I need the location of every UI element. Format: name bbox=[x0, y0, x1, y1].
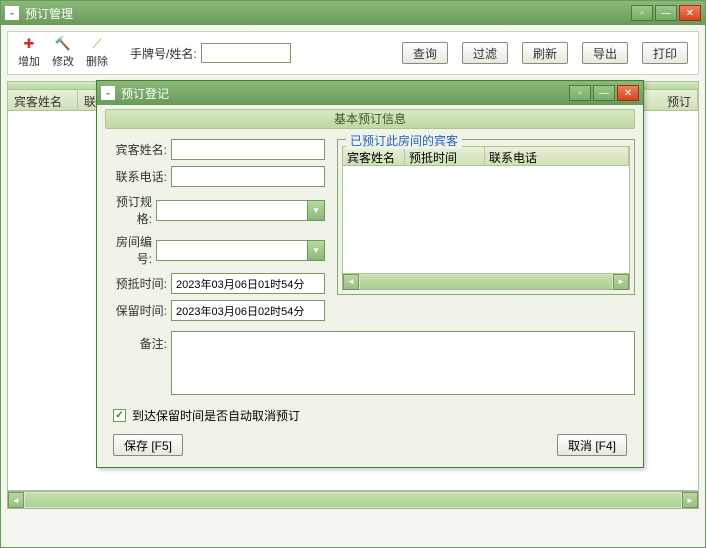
guest-name-input[interactable] bbox=[171, 139, 325, 160]
spec-label: 预订规格: bbox=[105, 193, 152, 227]
dialog-restore-button[interactable]: ▫ bbox=[569, 85, 591, 101]
scroll-left-icon[interactable]: ◄ bbox=[343, 274, 359, 290]
spec-input[interactable] bbox=[156, 200, 307, 221]
section-header: 基本预订信息 bbox=[105, 109, 635, 129]
restore-button[interactable]: ▫ bbox=[631, 5, 653, 21]
close-button[interactable]: ✕ bbox=[679, 5, 701, 21]
query-button[interactable]: 查询 bbox=[402, 42, 448, 64]
arrive-input[interactable] bbox=[171, 273, 325, 294]
toolbar: ✚ 增加 🔨 修改 ⟋ 删除 手牌号/姓名: 查询 过滤 刷新 导出 打印 bbox=[7, 31, 699, 75]
contact-label: 联系电话: bbox=[105, 168, 167, 185]
hold-label: 保留时间: bbox=[105, 302, 167, 319]
remark-input[interactable] bbox=[171, 331, 635, 395]
search-label: 手牌号/姓名: bbox=[130, 45, 197, 62]
plus-icon: ✚ bbox=[21, 37, 37, 51]
main-titlebar: - 预订管理 ▫ — ✕ bbox=[1, 1, 705, 25]
main-title: 预订管理 bbox=[25, 5, 73, 22]
hammer-icon: 🔨 bbox=[55, 37, 71, 51]
contact-input[interactable] bbox=[171, 166, 325, 187]
spec-dropdown-button[interactable]: ▼ bbox=[307, 200, 325, 221]
form-left: 宾客姓名: 联系电话: 预订规格: ▼ 房间编号: bbox=[105, 139, 325, 327]
filter-button[interactable]: 过滤 bbox=[462, 42, 508, 64]
dialog-title: 预订登记 bbox=[121, 85, 169, 102]
room-dropdown-button[interactable]: ▼ bbox=[307, 240, 325, 261]
room-label: 房间编号: bbox=[105, 233, 152, 267]
existing-col-arrive[interactable]: 预抵时间 bbox=[405, 147, 485, 165]
scroll-right-icon[interactable]: ► bbox=[682, 492, 698, 508]
auto-cancel-label: 到达保留时间是否自动取消预订 bbox=[132, 407, 300, 424]
export-button[interactable]: 导出 bbox=[582, 42, 628, 64]
refresh-button[interactable]: 刷新 bbox=[522, 42, 568, 64]
dialog-minimize-button[interactable]: — bbox=[593, 85, 615, 101]
dialog-titlebar: - 预订登记 ▫ — ✕ bbox=[97, 81, 643, 105]
existing-bookings-fieldset: 已预订此房间的宾客 宾客姓名 预抵时间 联系电话 ◄ ► bbox=[337, 139, 635, 295]
minimize-button[interactable]: — bbox=[655, 5, 677, 21]
cancel-button[interactable]: 取消 [F4] bbox=[557, 434, 627, 456]
remark-label: 备注: bbox=[105, 331, 167, 395]
auto-cancel-checkbox[interactable]: ✓ bbox=[113, 409, 126, 422]
dialog-close-button[interactable]: ✕ bbox=[617, 85, 639, 101]
arrive-label: 预抵时间: bbox=[105, 275, 167, 292]
existing-scrollbar[interactable]: ◄ ► bbox=[342, 274, 630, 290]
wand-icon: ⟋ bbox=[89, 37, 105, 51]
edit-button[interactable]: 🔨 修改 bbox=[52, 37, 74, 69]
booking-dialog: - 预订登记 ▫ — ✕ 基本预订信息 宾客姓名: 联系电话: 预订规格: bbox=[96, 80, 644, 468]
existing-col-name[interactable]: 宾客姓名 bbox=[343, 147, 405, 165]
scroll-track[interactable] bbox=[25, 493, 681, 507]
scroll-track[interactable] bbox=[360, 275, 612, 289]
hold-input[interactable] bbox=[171, 300, 325, 321]
search-input[interactable] bbox=[201, 43, 291, 63]
room-input[interactable] bbox=[156, 240, 307, 261]
existing-header: 宾客姓名 预抵时间 联系电话 bbox=[342, 146, 630, 166]
save-button[interactable]: 保存 [F5] bbox=[113, 434, 183, 456]
print-button[interactable]: 打印 bbox=[642, 42, 688, 64]
guest-name-label: 宾客姓名: bbox=[105, 141, 167, 158]
col-guest-name[interactable]: 宾客姓名 bbox=[8, 90, 78, 110]
existing-col-contact[interactable]: 联系电话 bbox=[485, 147, 629, 165]
delete-button[interactable]: ⟋ 删除 bbox=[86, 37, 108, 69]
horizontal-scrollbar[interactable]: ◄ ► bbox=[7, 491, 699, 509]
fieldset-legend: 已预订此房间的宾客 bbox=[346, 132, 462, 149]
scroll-left-icon[interactable]: ◄ bbox=[8, 492, 24, 508]
dialog-control-icon[interactable]: - bbox=[101, 86, 115, 100]
window-control-icon[interactable]: - bbox=[5, 6, 19, 20]
col-booking[interactable]: 预订 bbox=[648, 90, 698, 110]
scroll-right-icon[interactable]: ► bbox=[613, 274, 629, 290]
add-button[interactable]: ✚ 增加 bbox=[18, 37, 40, 69]
existing-body bbox=[342, 166, 630, 274]
